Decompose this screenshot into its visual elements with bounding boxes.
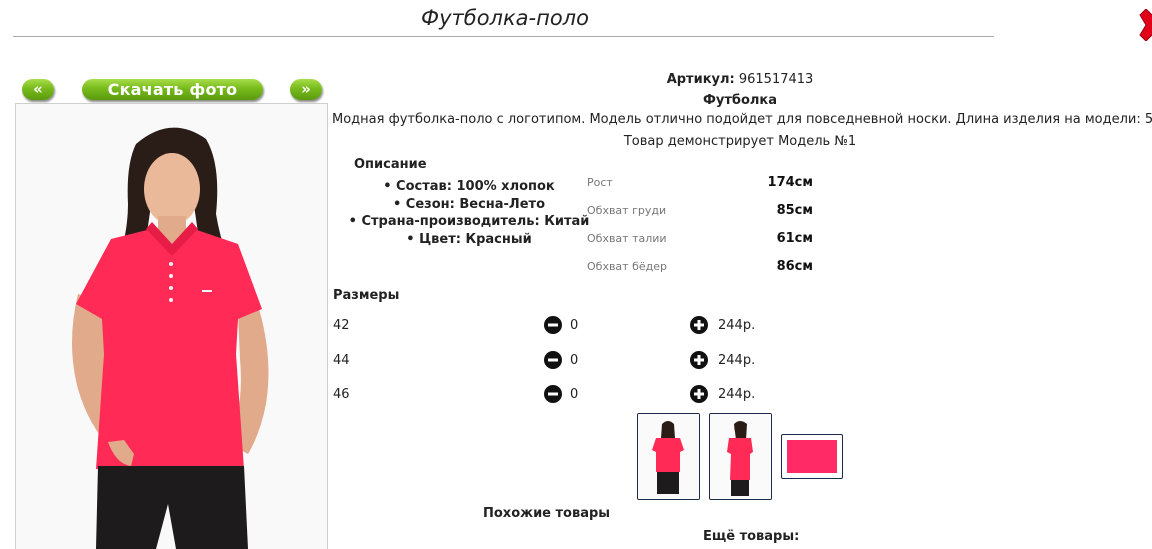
measurement-row: Обхват талии 61см [587, 231, 817, 260]
thumbnail-side[interactable] [709, 413, 772, 500]
size-label: 44 [333, 353, 350, 368]
plus-icon[interactable] [690, 351, 708, 369]
minus-icon[interactable] [544, 385, 562, 403]
article-value: 961517413 [738, 72, 814, 87]
similar-products-heading: Похожие товары [483, 506, 611, 521]
quantity-value: 0 [570, 318, 579, 333]
page-title: Футболка-поло [421, 6, 589, 30]
prev-photo-button[interactable]: « [22, 79, 54, 100]
measurement-row: Обхват бёдер 86см [587, 259, 817, 288]
product-type: Футболка [702, 93, 778, 108]
minus-icon[interactable] [544, 351, 562, 369]
specs-list: • Состав: 100% хлопок • Сезон: Весна-Лет… [335, 178, 603, 248]
specs-heading: Описание [354, 157, 427, 172]
size-row-44: 44 0 244р. [333, 351, 793, 371]
size-row-42: 42 0 244р. [333, 316, 793, 336]
size-label: 46 [333, 387, 350, 402]
size-label: 42 [333, 318, 350, 333]
model-note: Товар демонстрирует Модель №1 [623, 134, 857, 149]
model-measurements: Рост 174см Обхват груди 85см Обхват тали… [587, 175, 817, 288]
thumbnail-front[interactable] [637, 413, 700, 500]
measurement-label: Рост [587, 176, 613, 189]
size-price: 244р. [718, 318, 756, 333]
quantity-value: 0 [570, 387, 579, 402]
measurement-value: 61см [776, 231, 813, 246]
spec-item: • Цвет: Красный [406, 231, 532, 247]
measurement-value: 85см [776, 203, 813, 218]
product-description: Модная футболка-поло с логотипом. Модель… [332, 112, 1152, 127]
more-products-heading: Ещё товары: [703, 529, 800, 544]
spec-item: • Страна-производитель: Китай [348, 214, 590, 229]
title-divider [13, 36, 994, 37]
measurement-row: Рост 174см [587, 175, 817, 204]
minus-icon[interactable] [544, 316, 562, 334]
size-price: 244р. [718, 353, 756, 368]
sizes-heading: Размеры [333, 288, 400, 303]
thumbnail-color-swatch[interactable] [781, 434, 843, 479]
spec-item: • Сезон: Весна-Лето [392, 196, 546, 212]
article-label: Артикул: [666, 72, 735, 87]
size-row-46: 46 0 244р. [333, 385, 793, 405]
measurement-label: Обхват бёдер [587, 260, 667, 273]
measurement-label: Обхват груди [587, 204, 667, 217]
plus-icon[interactable] [690, 316, 708, 334]
next-photo-button[interactable]: » [290, 79, 322, 100]
plus-icon[interactable] [690, 385, 708, 403]
close-icon[interactable] [1136, 9, 1152, 41]
measurement-label: Обхват талии [587, 232, 667, 245]
article-line: Артикул: 961517413 [330, 72, 1150, 87]
color-swatch [787, 440, 837, 473]
main-product-photo [15, 103, 328, 549]
measurement-value: 174см [767, 175, 813, 190]
size-price: 244р. [718, 387, 756, 402]
measurement-row: Обхват груди 85см [587, 203, 817, 232]
quantity-value: 0 [570, 353, 579, 368]
measurement-value: 86см [776, 259, 813, 274]
spec-item: • Состав: 100% хлопок [383, 179, 555, 194]
download-photo-button[interactable]: Скачать фото [82, 79, 263, 100]
